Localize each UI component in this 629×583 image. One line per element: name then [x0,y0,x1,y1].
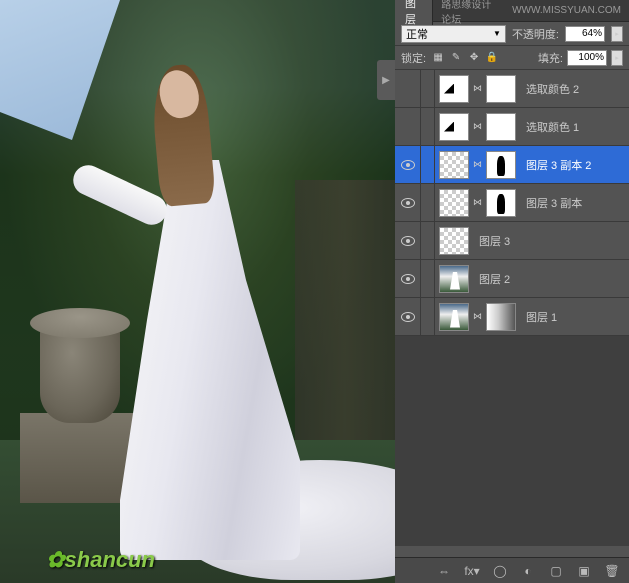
lock-transparency-icon[interactable]: ▦ [430,50,446,66]
new-adjustment-icon[interactable]: ◐ [519,562,537,580]
layer-thumb[interactable] [439,227,469,255]
mask-link-icon[interactable]: ⋈ [471,311,484,322]
add-mask-icon[interactable]: ◯ [491,562,509,580]
new-group-icon[interactable]: ▢ [547,562,565,580]
opacity-label: 不透明度: [512,26,559,42]
opacity-flyout-button[interactable]: ▸ [611,26,623,42]
link-column[interactable] [421,184,435,221]
tab-link-url[interactable]: WWW.MISSYUAN.COM [504,2,629,19]
visibility-toggle[interactable] [395,146,421,183]
watermark: ✿shancun [46,547,155,573]
blend-mode-dropdown[interactable]: 正常 ▼ [401,25,506,43]
layer-thumb[interactable] [439,303,469,331]
layer-row[interactable]: ⋈ 图层 3 副本 2 [395,146,629,184]
link-layers-icon[interactable]: ⇔ [435,562,453,580]
layer-row[interactable]: 图层 2 [395,260,629,298]
adjustment-thumb-icon[interactable] [439,75,469,103]
link-column[interactable] [421,222,435,259]
layer-name-label[interactable]: 图层 2 [473,271,510,287]
mask-link-icon[interactable]: ⋈ [471,121,484,132]
fill-flyout-button[interactable]: ▸ [611,50,623,66]
blend-opacity-row: 正常 ▼ 不透明度: 64% ▸ [395,22,629,46]
lock-label: 锁定: [401,50,426,66]
visibility-toggle[interactable] [395,70,421,107]
delete-layer-icon[interactable]: 🗑 [603,562,621,580]
link-column[interactable] [421,260,435,297]
link-column[interactable] [421,146,435,183]
mask-link-icon[interactable]: ⋈ [471,197,484,208]
layer-name-label[interactable]: 图层 3 副本 [520,195,582,211]
chevron-down-icon: ▼ [493,29,501,38]
layer-row[interactable]: ⋈ 选取颜色 1 [395,108,629,146]
layer-row[interactable]: ⋈ 选取颜色 2 [395,70,629,108]
layer-thumb[interactable] [439,265,469,293]
mask-thumb[interactable] [486,113,516,141]
adjustment-thumb-icon[interactable] [439,113,469,141]
visibility-toggle[interactable] [395,184,421,221]
layer-thumb[interactable] [439,189,469,217]
document-canvas[interactable]: ✿shancun [0,0,395,583]
visibility-toggle[interactable] [395,298,421,335]
mask-link-icon[interactable]: ⋈ [471,83,484,94]
visibility-toggle[interactable] [395,108,421,145]
fill-label: 填充: [538,50,563,66]
visibility-toggle[interactable] [395,260,421,297]
mask-thumb[interactable] [486,303,516,331]
layers-empty-area[interactable] [395,336,629,546]
lock-all-icon[interactable]: 🔒 [484,50,500,66]
layer-row[interactable]: ⋈ 图层 1 [395,298,629,336]
layer-name-label[interactable]: 图层 3 [473,233,510,249]
new-layer-icon[interactable]: ▣ [575,562,593,580]
link-column[interactable] [421,70,435,107]
mask-thumb[interactable] [486,151,516,179]
eye-icon [401,236,415,246]
layer-row[interactable]: ⋈ 图层 3 副本 [395,184,629,222]
blend-mode-value: 正常 [406,26,428,42]
eye-icon [401,160,415,170]
lock-pixels-icon[interactable]: ✎ [448,50,464,66]
layer-name-label[interactable]: 选取颜色 2 [520,81,579,97]
fill-input[interactable]: 100% [567,50,607,66]
canvas-figure [100,60,320,570]
mask-thumb[interactable] [486,189,516,217]
eye-icon [401,274,415,284]
layer-row[interactable]: 图层 3 [395,222,629,260]
panel-collapse-arrow[interactable]: ▶ [377,60,395,100]
layer-fx-icon[interactable]: fx▾ [463,562,481,580]
layers-panel: ▶ 图层 路思缘设计论坛 WWW.MISSYUAN.COM 正常 ▼ 不透明度:… [395,0,629,583]
eye-icon [401,312,415,322]
layer-name-label[interactable]: 图层 3 副本 2 [520,157,591,173]
layers-bottom-toolbar: ⇔ fx▾ ◯ ◐ ▢ ▣ 🗑 [395,557,629,583]
eye-icon [401,198,415,208]
link-column[interactable] [421,298,435,335]
layer-name-label[interactable]: 选取颜色 1 [520,119,579,135]
opacity-input[interactable]: 64% [565,26,605,42]
lock-position-icon[interactable]: ✥ [466,50,482,66]
layer-thumb[interactable] [439,151,469,179]
visibility-toggle[interactable] [395,222,421,259]
mask-link-icon[interactable]: ⋈ [471,159,484,170]
mask-thumb[interactable] [486,75,516,103]
lock-fill-row: 锁定: ▦ ✎ ✥ 🔒 填充: 100% ▸ [395,46,629,70]
layers-list: ⋈ 选取颜色 2 ⋈ 选取颜色 1 ⋈ 图层 3 副本 2 [395,70,629,336]
panel-tabs: 图层 路思缘设计论坛 WWW.MISSYUAN.COM [395,0,629,22]
layer-name-label[interactable]: 图层 1 [520,309,557,325]
link-column[interactable] [421,108,435,145]
